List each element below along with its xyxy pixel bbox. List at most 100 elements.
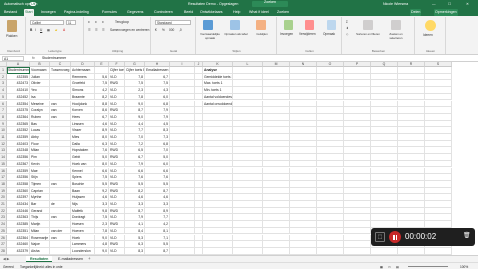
- bold-icon[interactable]: B: [30, 28, 32, 32]
- data-cell[interactable]: Aisha: [30, 247, 50, 255]
- data-cell[interactable]: [398, 100, 425, 108]
- font-size-select[interactable]: 11: [66, 20, 76, 25]
- data-cell[interactable]: [203, 234, 233, 242]
- data-cell[interactable]: 5,5: [145, 180, 170, 188]
- data-cell[interactable]: [317, 154, 344, 161]
- data-cell[interactable]: [50, 187, 71, 195]
- data-cell[interactable]: 6,6: [145, 167, 170, 175]
- find-select-icon[interactable]: [391, 20, 401, 30]
- paste-icon[interactable]: [7, 20, 17, 32]
- data-cell[interactable]: 8,6: [95, 107, 109, 114]
- data-cell[interactable]: [233, 134, 263, 141]
- data-cell[interactable]: [203, 247, 233, 255]
- data-cell[interactable]: [233, 73, 263, 81]
- data-cell[interactable]: [263, 134, 290, 141]
- data-cell[interactable]: [233, 234, 263, 242]
- data-cell[interactable]: Kennel: [71, 167, 95, 175]
- data-cell[interactable]: Bas: [30, 120, 50, 128]
- data-cell[interactable]: [195, 187, 203, 195]
- sort-filter-button[interactable]: Sorteren en filteren: [356, 32, 380, 36]
- data-cell[interactable]: [170, 187, 195, 195]
- decimal-icon[interactable]: ,0: [179, 28, 182, 32]
- row-header[interactable]: 24: [0, 221, 7, 228]
- data-cell[interactable]: [344, 227, 371, 235]
- data-cell[interactable]: [317, 140, 344, 148]
- data-cell[interactable]: 432355: [7, 73, 30, 81]
- data-cell[interactable]: [203, 160, 233, 168]
- data-cell[interactable]: [203, 227, 233, 235]
- data-cell[interactable]: [425, 174, 452, 181]
- data-cell[interactable]: VLD: [109, 120, 125, 128]
- data-cell[interactable]: [50, 87, 71, 94]
- data-cell[interactable]: Linssen: [71, 120, 95, 128]
- row-header[interactable]: 1: [0, 67, 7, 74]
- data-cell[interactable]: 7,0: [145, 147, 170, 155]
- data-cell[interactable]: 432452: [7, 93, 30, 101]
- header-cell[interactable]: [425, 67, 452, 74]
- row-header[interactable]: 16: [0, 167, 7, 175]
- data-cell[interactable]: [195, 100, 203, 108]
- data-cell[interactable]: 3,3: [95, 201, 109, 208]
- zoom-level[interactable]: 100%: [460, 265, 468, 269]
- data-cell[interactable]: Hoek: [71, 234, 95, 242]
- format-table-button[interactable]: Opmaken als tabel: [224, 32, 248, 36]
- data-cell[interactable]: Hoek van: [71, 160, 95, 168]
- data-cell[interactable]: Tijmen: [30, 180, 50, 188]
- data-cell[interactable]: [290, 247, 317, 255]
- data-cell[interactable]: 9,8: [95, 207, 109, 215]
- data-cell[interactable]: [371, 107, 398, 114]
- data-cell[interactable]: [195, 73, 203, 81]
- data-cell[interactable]: VLD: [109, 140, 125, 148]
- data-cell[interactable]: [344, 80, 371, 88]
- data-cell[interactable]: [398, 147, 425, 155]
- data-cell[interactable]: [371, 147, 398, 155]
- data-cell[interactable]: RWD: [109, 80, 125, 88]
- data-cell[interactable]: [263, 160, 290, 168]
- row-header[interactable]: 8: [0, 113, 7, 121]
- data-cell[interactable]: 5,0: [145, 154, 170, 161]
- data-cell[interactable]: [263, 221, 290, 228]
- align-bottom-icon[interactable]: ≡: [102, 20, 104, 24]
- data-cell[interactable]: 8,7: [125, 207, 145, 215]
- data-cell[interactable]: [233, 93, 263, 101]
- zoom-slider[interactable]: [408, 266, 448, 267]
- data-cell[interactable]: [371, 127, 398, 134]
- data-cell[interactable]: [203, 241, 233, 248]
- data-cell[interactable]: [233, 247, 263, 255]
- data-cell[interactable]: Rosemarije: [30, 234, 50, 242]
- row-header[interactable]: 17: [0, 174, 7, 181]
- header-cell[interactable]: [344, 67, 371, 74]
- data-cell[interactable]: [170, 93, 195, 101]
- data-cell[interactable]: [263, 194, 290, 201]
- data-cell[interactable]: [195, 180, 203, 188]
- row-header[interactable]: 19: [0, 187, 7, 195]
- data-cell[interactable]: 7,5: [95, 80, 109, 88]
- data-cell[interactable]: Aantal onvoldoende: [203, 100, 233, 108]
- data-cell[interactable]: 8,3: [145, 127, 170, 134]
- data-cell[interactable]: 4,6: [145, 194, 170, 201]
- data-cell[interactable]: [344, 187, 371, 195]
- data-cell[interactable]: [195, 147, 203, 155]
- data-cell[interactable]: 7,7: [145, 214, 170, 222]
- align-top-icon[interactable]: ≡: [88, 20, 90, 24]
- data-cell[interactable]: [203, 201, 233, 208]
- status-accessibility[interactable]: Toegankelijkheid: alles in orde: [20, 265, 63, 269]
- data-cell[interactable]: [195, 120, 203, 128]
- data-cell[interactable]: 7,8: [95, 227, 109, 235]
- data-cell[interactable]: [317, 214, 344, 222]
- data-cell[interactable]: [263, 87, 290, 94]
- data-cell[interactable]: [233, 187, 263, 195]
- data-cell[interactable]: [50, 174, 71, 181]
- data-cell[interactable]: [263, 201, 290, 208]
- data-cell[interactable]: VLD: [109, 134, 125, 141]
- maximize-icon[interactable]: ☐: [448, 2, 451, 6]
- header-cell[interactable]: [170, 67, 195, 74]
- data-cell[interactable]: [290, 120, 317, 128]
- data-cell[interactable]: [233, 140, 263, 148]
- data-cell[interactable]: [371, 247, 398, 255]
- data-cell[interactable]: [195, 167, 203, 175]
- user-name[interactable]: Nicole Wiersma: [383, 2, 408, 6]
- data-cell[interactable]: [290, 107, 317, 114]
- sort-filter-icon[interactable]: [363, 20, 373, 30]
- data-cell[interactable]: [195, 234, 203, 242]
